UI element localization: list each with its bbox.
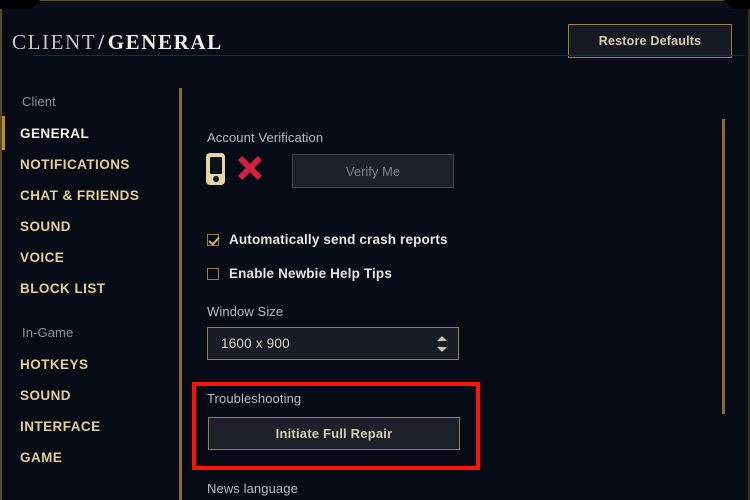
checkbox-label-crash-reports: Automatically send crash reports (229, 232, 448, 247)
sidebar-item-sound-in-game[interactable]: SOUND (2, 380, 180, 411)
up-down-chevrons-icon[interactable] (437, 336, 447, 352)
checkbox-crash-reports[interactable] (207, 233, 219, 246)
sidebar-item-general[interactable]: GENERAL (0, 116, 180, 150)
chevron-down-icon[interactable] (437, 347, 447, 352)
checkbox-row-newbie-help-tips[interactable]: Enable Newbie Help Tips (207, 266, 392, 281)
chevron-up-icon[interactable] (437, 336, 447, 341)
sidebar-item-voice[interactable]: VOICE (2, 242, 180, 273)
sidebar-item-notifications[interactable]: NOTIFICATIONS (2, 149, 180, 180)
window-frame-top (0, 0, 750, 8)
sidebar-item-interface[interactable]: INTERFACE (2, 411, 180, 442)
troubleshooting-highlight-box (192, 382, 480, 470)
news-language-label: News language (207, 481, 298, 496)
breadcrumb-current: GENERAL (107, 30, 223, 54)
settings-sidebar: Client GENERAL NOTIFICATIONS CHAT & FRIE… (0, 86, 180, 500)
sidebar-item-chat-and-friends[interactable]: CHAT & FRIENDS (2, 180, 180, 211)
account-verification-label: Account Verification (207, 130, 324, 145)
content-scrollbar[interactable] (722, 119, 725, 414)
phone-screen (209, 156, 222, 174)
sidebar-item-sound-client[interactable]: SOUND (2, 211, 180, 242)
sidebar-group-label-client: Client (22, 94, 56, 109)
verify-me-button[interactable]: Verify Me (292, 154, 454, 188)
restore-defaults-button[interactable]: Restore Defaults (568, 24, 732, 58)
window-size-label: Window Size (207, 304, 284, 319)
sidebar-item-hotkeys[interactable]: HOTKEYS (2, 349, 180, 380)
mobile-phone-icon (206, 153, 225, 185)
window-size-value: 1600 x 900 (221, 336, 290, 351)
red-x-icon (236, 154, 264, 182)
checkbox-row-crash-reports[interactable]: Automatically send crash reports (207, 232, 448, 247)
phone-home-button (212, 176, 219, 182)
settings-content-panel: Account Verification Verify Me Automatic… (182, 86, 748, 500)
settings-window: CLIENT/GENERAL Restore Defaults Client G… (0, 0, 750, 500)
sidebar-item-game[interactable]: GAME (2, 442, 180, 473)
breadcrumb-root[interactable]: CLIENT (12, 30, 96, 54)
breadcrumb-separator: / (98, 30, 106, 54)
header-divider (33, 55, 746, 56)
sidebar-group-label-in-game: In-Game (22, 325, 74, 340)
checkbox-label-newbie-help-tips: Enable Newbie Help Tips (229, 266, 392, 281)
window-size-select[interactable]: 1600 x 900 (207, 327, 459, 360)
sidebar-content-divider (179, 88, 182, 500)
sidebar-item-block-list[interactable]: BLOCK LIST (2, 273, 180, 304)
checkbox-newbie-help-tips[interactable] (207, 267, 219, 280)
window-frame-left (0, 6, 2, 500)
header-bar: CLIENT/GENERAL Restore Defaults (2, 14, 748, 70)
breadcrumb: CLIENT/GENERAL (12, 30, 223, 55)
